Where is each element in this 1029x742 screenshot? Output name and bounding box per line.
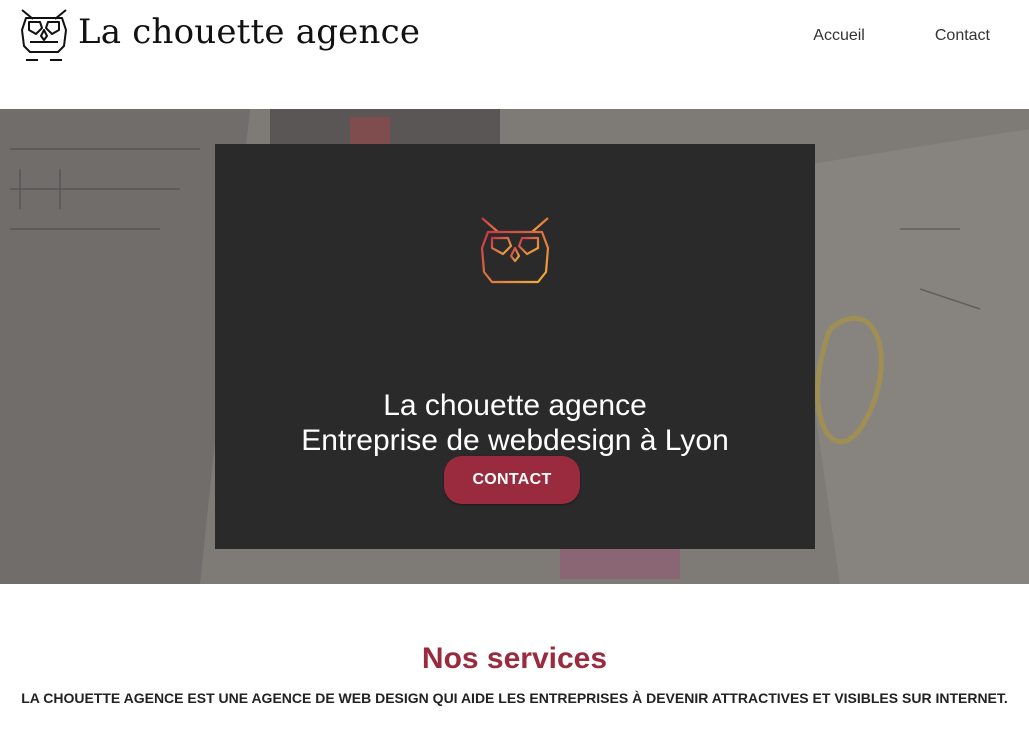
nav-link-accueil[interactable]: Accueil bbox=[813, 27, 865, 45]
nav-link-contact[interactable]: Contact bbox=[935, 27, 990, 45]
hero-section: La chouette agence Entreprise de webdesi… bbox=[0, 109, 1029, 584]
brand-logo-link[interactable]: La chouette agence bbox=[18, 4, 420, 64]
owl-icon bbox=[480, 217, 550, 298]
brand-name: La chouette agence bbox=[78, 12, 421, 52]
contact-button[interactable]: CONTACT bbox=[444, 456, 580, 504]
site-header: La chouette agence Accueil Contact bbox=[0, 0, 1029, 109]
hero-card: La chouette agence Entreprise de webdesi… bbox=[215, 144, 815, 549]
services-title: Nos services bbox=[421, 642, 608, 675]
hero-title-line2: Entreprise de webdesign à Lyon bbox=[301, 424, 729, 457]
hero-title-line1: La chouette agence bbox=[383, 389, 647, 422]
owl-icon bbox=[21, 9, 67, 61]
hero-title: La chouette agence Entreprise de webdesi… bbox=[215, 388, 815, 458]
services-description: LA CHOUETTE AGENCE EST UNE AGENCE DE WEB… bbox=[21, 690, 1008, 706]
main-nav: Accueil Contact bbox=[813, 27, 990, 45]
